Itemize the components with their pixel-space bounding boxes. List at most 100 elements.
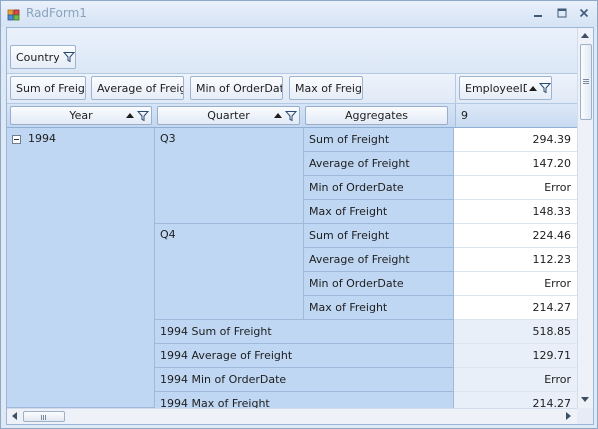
funnel-icon[interactable] [285,110,297,122]
data-cell[interactable]: 214.27 [454,296,577,320]
data-cell[interactable]: 112.23 [454,248,577,272]
aggregate-field-max-freight[interactable]: Max of Freig [289,76,363,100]
horizontal-scroll-thumb[interactable] [23,411,65,422]
total-cell[interactable]: 518.85 [454,320,577,344]
grip-icon [45,415,46,420]
row-field-label: Quarter [207,109,250,122]
total-cell[interactable]: 214.27 [454,392,577,408]
sort-ascending-icon[interactable] [126,113,134,118]
pivot-window: RadForm1 Country Sum of Freig Average of… [0,0,598,429]
row-header-label: Min of OrderDate [309,277,404,290]
aggregate-field-label: Sum of Freig [16,81,85,95]
aggregate-field-label: Average of Freig [97,81,183,95]
grip-icon [583,81,589,82]
scrollbar-corner [577,408,593,424]
column-field-employeeid[interactable]: EmployeeID [459,76,552,100]
funnel-icon[interactable] [539,82,551,94]
column-area[interactable]: EmployeeID [455,74,577,104]
funnel-icon[interactable] [63,51,75,63]
row-header-row: Year Quarter Aggregates 9 [7,104,577,128]
scroll-down-icon[interactable] [581,397,589,402]
sort-ascending-icon[interactable] [274,113,282,118]
data-cell[interactable]: 294.39 [454,128,577,152]
aggregates-area[interactable]: Sum of Freig Average of Freig Min of Ord… [7,74,455,104]
row-header-aggregate[interactable]: Min of OrderDate [304,272,454,296]
row-field-aggregates[interactable]: Aggregates [305,106,448,125]
row-header-aggregate[interactable]: Sum of Freight [304,224,454,248]
row-header-label: 1994 Max of Freight [160,397,270,408]
row-header-label: 1994 Min of OrderDate [160,373,287,386]
minimize-button[interactable] [530,6,546,20]
column-header-label: 9 [461,109,468,122]
total-cell[interactable]: 129.71 [454,344,577,368]
data-cell[interactable]: 224.46 [454,224,577,248]
filter-field-country[interactable]: Country [10,45,76,69]
sort-ascending-icon[interactable] [529,85,537,91]
row-field-year[interactable]: Year [10,106,152,125]
close-button[interactable] [576,6,592,20]
window-title: RadForm1 [26,6,87,20]
row-header-aggregate[interactable]: Average of Freight [304,248,454,272]
aggregate-field-average-freight[interactable]: Average of Freig [91,76,184,100]
row-header-label: 1994 Average of Freight [160,349,293,362]
scroll-left-icon[interactable] [12,412,17,420]
row-header-label: Q3 [160,132,176,145]
pivot-grid: Country Sum of Freig Average of Freig Mi… [6,27,594,425]
scroll-right-icon[interactable] [566,412,571,420]
maximize-icon [557,8,567,18]
row-header-total[interactable]: 1994 Average of Freight [155,344,454,368]
aggregate-field-min-orderdate[interactable]: Min of OrderDat [190,76,283,100]
aggregate-field-label: Min of OrderDat [196,81,282,95]
filter-area[interactable]: Country [7,28,577,74]
minimize-icon [534,15,542,17]
row-header-label: Sum of Freight [309,229,390,242]
data-cell[interactable]: Error [454,176,577,200]
row-header-quarter[interactable]: Q4 [155,224,304,320]
aggregate-field-label: Max of Freig [295,81,362,95]
funnel-icon[interactable] [137,110,149,122]
row-header-label: 1994 Sum of Freight [160,325,272,338]
row-field-quarter[interactable]: Quarter [157,106,300,125]
row-header-year[interactable]: 1994 [7,128,155,408]
horizontal-scrollbar[interactable] [7,408,577,424]
row-header-aggregate[interactable]: Max of Freight [304,200,454,224]
row-header-quarter[interactable]: Q3 [155,128,304,224]
title-bar[interactable]: RadForm1 [1,1,597,27]
grip-icon [583,83,589,84]
collapse-icon[interactable] [12,135,21,144]
vertical-scroll-thumb[interactable] [580,44,592,120]
column-header-value: 9 [455,104,577,127]
row-header-aggregate[interactable]: Max of Freight [304,296,454,320]
row-field-label: Aggregates [344,109,409,122]
data-cell[interactable]: 148.33 [454,200,577,224]
vertical-scrollbar[interactable] [577,28,593,408]
column-field-label: EmployeeID [465,81,527,95]
filter-field-label: Country [16,50,59,64]
row-header-label: Max of Freight [309,301,388,314]
row-header-label: Min of OrderDate [309,181,404,194]
row-header-label: Average of Freight [309,157,410,170]
row-header-total[interactable]: 1994 Max of Freight [155,392,454,408]
data-cell[interactable]: Error [454,272,577,296]
row-header-aggregate[interactable]: Min of OrderDate [304,176,454,200]
row-header-total[interactable]: 1994 Min of OrderDate [155,368,454,392]
aggregate-field-sum-freight[interactable]: Sum of Freig [10,76,86,100]
scroll-up-icon[interactable] [581,33,589,38]
row-header-aggregate[interactable]: Sum of Freight [304,128,454,152]
pivot-grid-body: 1994 Q3 Sum of Freight Average of Freigh… [7,128,577,408]
grip-icon [43,415,44,420]
row-header-total[interactable]: 1994 Sum of Freight [155,320,454,344]
data-cell[interactable]: 147.20 [454,152,577,176]
maximize-button[interactable] [554,6,570,20]
row-field-label: Year [69,109,93,122]
row-header-aggregate[interactable]: Average of Freight [304,152,454,176]
row-header-label: 1994 [28,132,56,145]
total-cell[interactable]: Error [454,368,577,392]
app-icon [7,9,20,21]
row-header-label: Max of Freight [309,205,388,218]
grip-icon [583,79,589,80]
close-icon [579,8,589,18]
row-header-label: Q4 [160,228,176,241]
grip-icon [41,415,42,420]
row-header-label: Average of Freight [309,253,410,266]
